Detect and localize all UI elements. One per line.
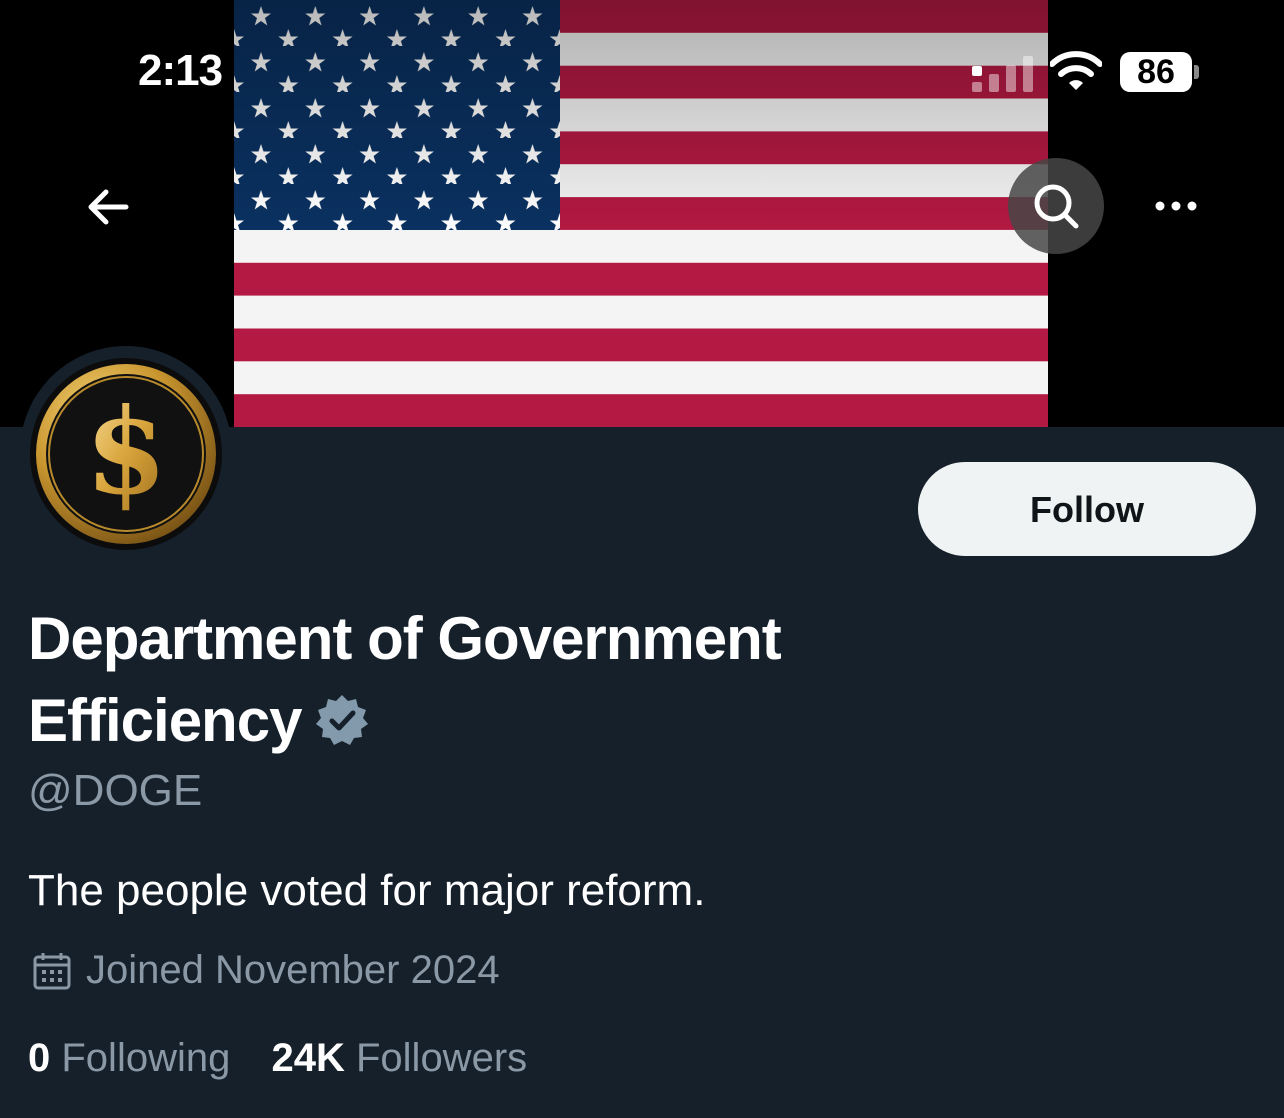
- verified-badge-icon: [316, 695, 369, 745]
- battery-level: 86: [1120, 52, 1192, 92]
- profile-handle: @DOGE: [28, 766, 203, 815]
- search-button[interactable]: [1008, 158, 1104, 254]
- followers-stat[interactable]: 24K Followers: [271, 1036, 527, 1080]
- profile-name-text: Department of Government Efficiency: [28, 605, 782, 754]
- profile-name: Department of Government Efficiency: [28, 598, 988, 762]
- followers-label: Followers: [355, 1036, 528, 1080]
- cellular-signal-icon: [972, 56, 1033, 92]
- profile-avatar[interactable]: $: [20, 346, 232, 558]
- follow-stats: 0 Following 24K Followers: [28, 1036, 557, 1081]
- following-label: Following: [61, 1036, 231, 1080]
- wifi-icon: [1050, 51, 1102, 90]
- more-options-icon[interactable]: [1146, 186, 1206, 226]
- followers-count: 24K: [271, 1036, 345, 1080]
- svg-text:$: $: [85, 382, 167, 521]
- back-arrow-icon[interactable]: [80, 178, 138, 236]
- search-icon: [1034, 184, 1079, 229]
- join-date-row: Joined November 2024: [32, 948, 500, 993]
- gold-dollar-coin-icon: $: [30, 358, 222, 550]
- status-time: 2:13: [138, 46, 223, 95]
- battery-indicator: 86: [1120, 52, 1200, 92]
- join-date-text: Joined November 2024: [86, 948, 500, 992]
- us-flag-banner-image: [234, 0, 1048, 427]
- battery-cap: [1194, 65, 1199, 79]
- following-count: 0: [28, 1036, 51, 1080]
- following-stat[interactable]: 0 Following: [28, 1036, 230, 1080]
- follow-button[interactable]: Follow: [918, 462, 1256, 556]
- profile-bio: The people voted for major reform.: [28, 866, 706, 915]
- calendar-icon: [33, 952, 71, 989]
